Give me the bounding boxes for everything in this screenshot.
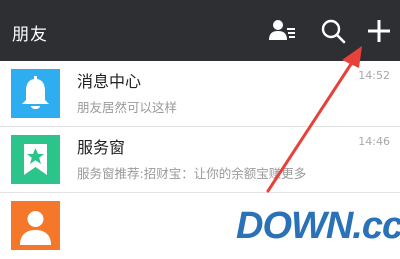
conversation-preview: 朋友居然可以这样 <box>77 100 178 115</box>
list-item-message-center[interactable]: 消息中心 朋友居然可以这样 14:52 <box>0 61 400 127</box>
contacts-list-icon <box>269 20 295 40</box>
bell-icon <box>11 69 60 118</box>
person-icon <box>11 201 60 250</box>
search-button[interactable] <box>318 16 348 46</box>
avatar <box>11 135 60 184</box>
add-button[interactable] <box>364 16 394 46</box>
avatar <box>11 201 60 250</box>
conversation-title: 消息中心 <box>77 72 142 91</box>
conversation-preview: 服务窗推荐:招财宝：让你的余额宝赚更多 <box>77 166 307 181</box>
list-item-service-window[interactable]: 服务窗 服务窗推荐:招财宝：让你的余额宝赚更多 14:46 <box>0 127 400 193</box>
bookmark-star-icon <box>11 135 60 184</box>
search-icon <box>321 19 346 44</box>
page-title: 朋友 <box>12 25 48 45</box>
conversation-time: 14:52 <box>358 69 390 82</box>
watermark-text: DOWN.cc <box>236 205 400 247</box>
conversation-title: 服务窗 <box>77 138 126 157</box>
watermark-logo: DOWN.cc <box>232 199 400 251</box>
avatar <box>11 69 60 118</box>
plus-icon <box>368 20 390 42</box>
conversation-time: 14:46 <box>358 135 390 148</box>
top-bar: 朋友 <box>0 0 400 61</box>
contacts-button[interactable] <box>267 16 297 46</box>
